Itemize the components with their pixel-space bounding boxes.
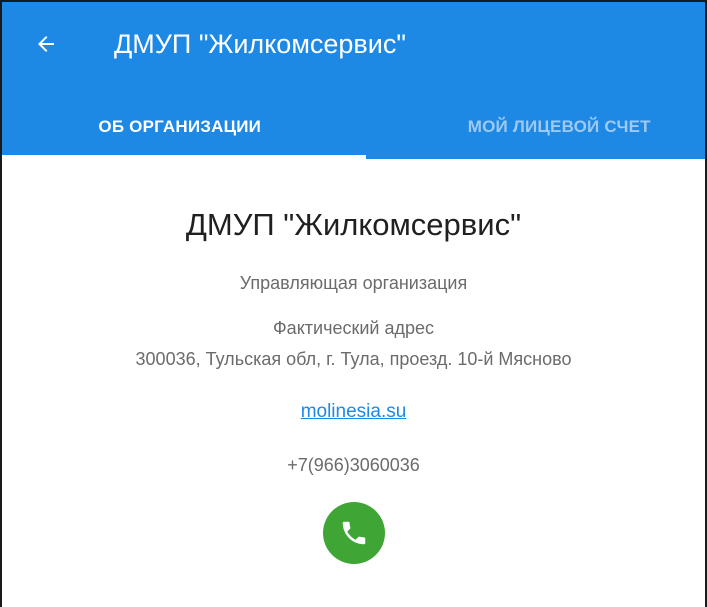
organization-info: ДМУП "Жилкомсервис" Управляющая организа… xyxy=(2,159,705,607)
organization-name: ДМУП "Жилкомсервис" xyxy=(185,207,522,242)
tab-bar: ОБ ОРГАНИЗАЦИИ МОЙ ЛИЦЕВОЙ СЧЕТ xyxy=(2,99,705,159)
app-bar: ДМУП "Жилкомсервис" ОБ ОРГАНИЗАЦИИ МОЙ Л… xyxy=(2,2,705,160)
call-button[interactable] xyxy=(323,502,385,564)
phone-icon xyxy=(342,521,366,545)
organization-type: Управляющая организация xyxy=(239,273,468,293)
website-row: molinesia.su xyxy=(2,399,705,425)
website-link[interactable]: molinesia.su xyxy=(301,401,407,422)
toolbar-title: ДМУП "Жилкомсервис" xyxy=(114,29,406,59)
address-value: 300036, Тульская обл, г. Тула, проезд. 1… xyxy=(135,349,572,369)
arrow-left-icon xyxy=(38,36,54,52)
back-button[interactable] xyxy=(26,24,66,64)
tab-my-account[interactable]: МОЙ ЛИЦЕВОЙ СЧЕТ xyxy=(354,99,706,159)
address-label: Фактический адрес xyxy=(273,318,434,338)
toolbar: ДМУП "Жилкомсервис" xyxy=(2,2,705,92)
app-screen: ДМУП "Жилкомсервис" ОБ ОРГАНИЗАЦИИ МОЙ Л… xyxy=(0,0,707,607)
phone-number: +7(966)3060036 xyxy=(287,455,420,475)
tab-about-organization[interactable]: ОБ ОРГАНИЗАЦИИ xyxy=(2,99,354,159)
